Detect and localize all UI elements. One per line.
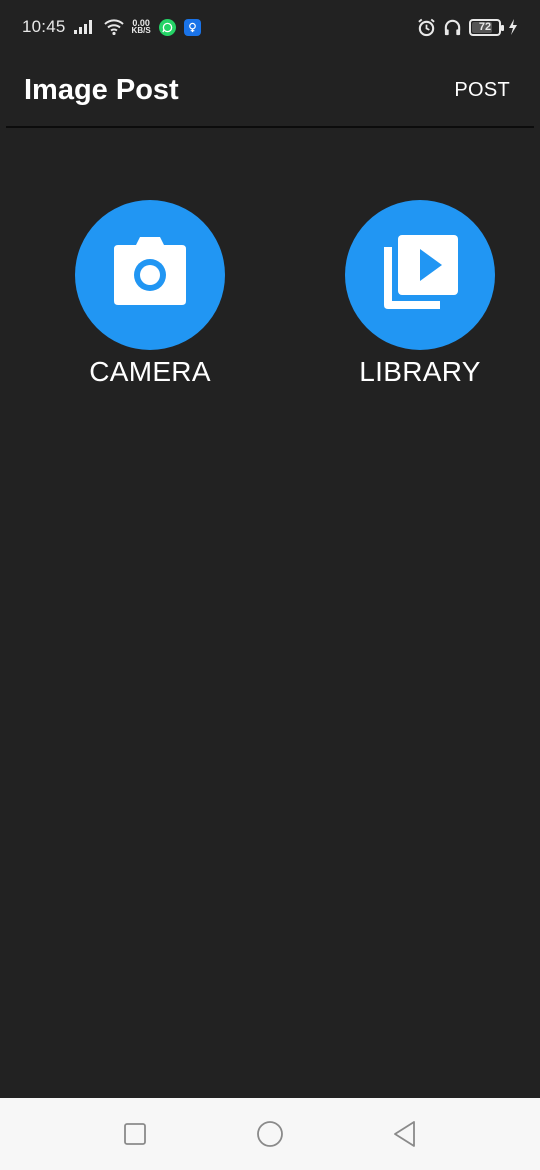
wifi-icon [103, 19, 124, 35]
page-title: Image Post [24, 73, 179, 106]
back-icon[interactable] [391, 1120, 419, 1148]
app-bar: Image Post POST [0, 54, 540, 126]
battery-icon: 72 [469, 18, 504, 36]
camera-option[interactable]: CAMERA [50, 200, 250, 388]
library-option[interactable]: LIBRARY [320, 200, 520, 388]
app-bar-divider [6, 126, 534, 128]
camera-label: CAMERA [89, 356, 211, 387]
video-library-icon [380, 233, 460, 318]
home-icon[interactable] [256, 1120, 284, 1148]
signal-icon [73, 20, 96, 34]
headphones-icon [443, 18, 462, 37]
app-notification-icon [183, 18, 201, 36]
camera-icon [110, 236, 190, 314]
post-button[interactable]: POST [448, 73, 516, 108]
library-label: LIBRARY [359, 356, 481, 387]
status-bar: 10:45 0.00 KB/S 72 [0, 0, 540, 54]
navigation-bar [0, 1098, 540, 1170]
status-time: 10:45 [22, 17, 66, 36]
battery-level: 72 [478, 21, 492, 33]
recents-icon[interactable] [121, 1120, 149, 1148]
alarm-icon [417, 18, 436, 37]
camera-button[interactable] [75, 200, 225, 350]
network-speed-unit: KB/S [131, 26, 151, 35]
status-left: 10:45 0.00 KB/S [22, 17, 201, 37]
status-right: 72 [417, 18, 518, 37]
charging-icon [508, 19, 518, 35]
library-button[interactable] [345, 200, 495, 350]
whatsapp-icon [158, 18, 176, 36]
network-speed: 0.00 KB/S [132, 19, 151, 35]
screen: 10:45 0.00 KB/S 72 Image Post POST CAMER… [0, 0, 540, 1170]
